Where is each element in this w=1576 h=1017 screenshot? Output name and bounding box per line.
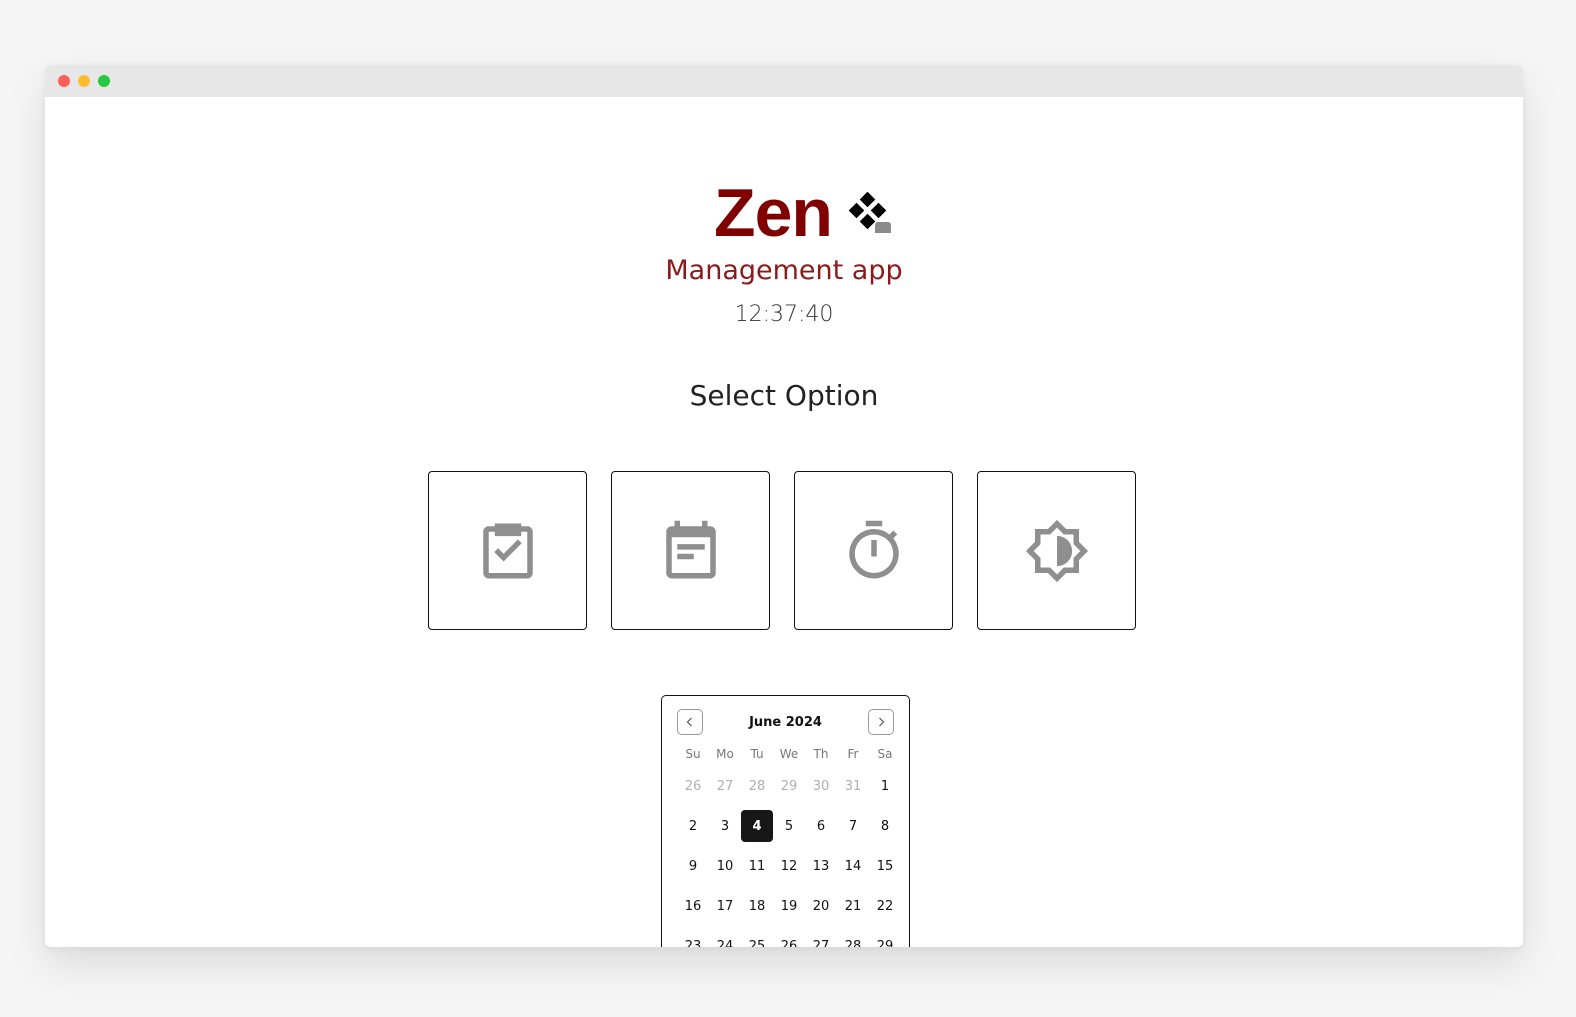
close-window-button[interactable] (58, 75, 70, 87)
window-titlebar (45, 65, 1523, 97)
weekday-label: Th (813, 747, 829, 761)
calendar-day[interactable]: 10 (709, 850, 741, 882)
calendar-day[interactable]: 28 (741, 770, 773, 802)
calendar-day[interactable]: 2 (677, 810, 709, 842)
clipboard-check-icon (482, 523, 533, 578)
calendar-day[interactable]: 29 (869, 930, 901, 948)
clock-time: 12:37:40 (734, 302, 834, 327)
calendar-day[interactable]: 17 (709, 890, 741, 922)
date-picker: June 2024 Su Mo Tu We Th Fr Sa 26 27 28 29 30 31 1 2 3 4… (661, 695, 910, 947)
weekday-label: Su (685, 747, 701, 761)
calendar-day[interactable]: 25 (741, 930, 773, 948)
calendar-day[interactable]: 5 (773, 810, 805, 842)
previous-month-button[interactable] (677, 709, 703, 735)
calendar-header: June 2024 (677, 708, 894, 736)
stopwatch-icon (848, 520, 899, 578)
calendar-day[interactable]: 1 (869, 770, 901, 802)
minimize-window-button[interactable] (78, 75, 90, 87)
calendar-day[interactable]: 18 (741, 890, 773, 922)
calendar-day[interactable]: 12 (773, 850, 805, 882)
chevron-left-icon (686, 717, 692, 727)
calendar-day[interactable]: 16 (677, 890, 709, 922)
calendar-day[interactable]: 31 (837, 770, 869, 802)
calendar-day[interactable]: 29 (773, 770, 805, 802)
weekday-label: Fr (847, 747, 859, 761)
weekday-label: Tu (750, 747, 764, 761)
calendar-day[interactable]: 21 (837, 890, 869, 922)
option-grid (428, 471, 1136, 630)
calendar-grid: Su Mo Tu We Th Fr Sa 26 27 28 29 30 31 1 2 3 4 5 6 7 8 9 10 11 1… (677, 742, 894, 947)
calendar-day[interactable]: 22 (869, 890, 901, 922)
calendar-day[interactable]: 30 (805, 770, 837, 802)
calendar-day[interactable]: 23 (677, 930, 709, 948)
calendar-day-selected[interactable]: 4 (741, 810, 773, 842)
main-content: Zen Management app 12:37:40 Select Optio… (45, 97, 1523, 947)
calendar-day[interactable]: 9 (677, 850, 709, 882)
calendar-day[interactable]: 14 (837, 850, 869, 882)
calendar-day[interactable]: 3 (709, 810, 741, 842)
calendar-day[interactable]: 28 (837, 930, 869, 948)
brightness-icon (1025, 519, 1088, 582)
calendar-day[interactable]: 24 (709, 930, 741, 948)
diamond-tiles-icon (848, 192, 891, 233)
calendar-day[interactable]: 8 (869, 810, 901, 842)
maximize-window-button[interactable] (98, 75, 110, 87)
weekday-label: Sa (877, 747, 893, 761)
app-window: Zen Management app 12:37:40 Select Optio… (45, 65, 1523, 947)
calendar-day[interactable]: 20 (805, 890, 837, 922)
calendar-day[interactable]: 15 (869, 850, 901, 882)
calendar-day[interactable]: 27 (805, 930, 837, 948)
app-tagline: Management app (665, 255, 903, 286)
calendar-day[interactable]: 27 (709, 770, 741, 802)
chevron-right-icon (879, 717, 885, 727)
weekday-label: We (779, 747, 799, 761)
weekday-label: Mo (716, 747, 734, 761)
app-name: Zen (714, 175, 833, 251)
brand-header: Zen (45, 179, 1523, 247)
option-timer-button[interactable] (794, 471, 953, 630)
calendar-day[interactable]: 11 (741, 850, 773, 882)
calendar-note-icon (665, 520, 716, 578)
calendar-day[interactable]: 6 (805, 810, 837, 842)
option-tasks-button[interactable] (428, 471, 587, 630)
option-theme-button[interactable] (977, 471, 1136, 630)
calendar-month-label: June 2024 (749, 714, 822, 730)
next-month-button[interactable] (868, 709, 894, 735)
select-option-title: Select Option (689, 379, 879, 412)
calendar-day[interactable]: 19 (773, 890, 805, 922)
calendar-day[interactable]: 26 (773, 930, 805, 948)
calendar-day[interactable]: 7 (837, 810, 869, 842)
option-calendar-button[interactable] (611, 471, 770, 630)
calendar-day[interactable]: 13 (805, 850, 837, 882)
calendar-day[interactable]: 26 (677, 770, 709, 802)
